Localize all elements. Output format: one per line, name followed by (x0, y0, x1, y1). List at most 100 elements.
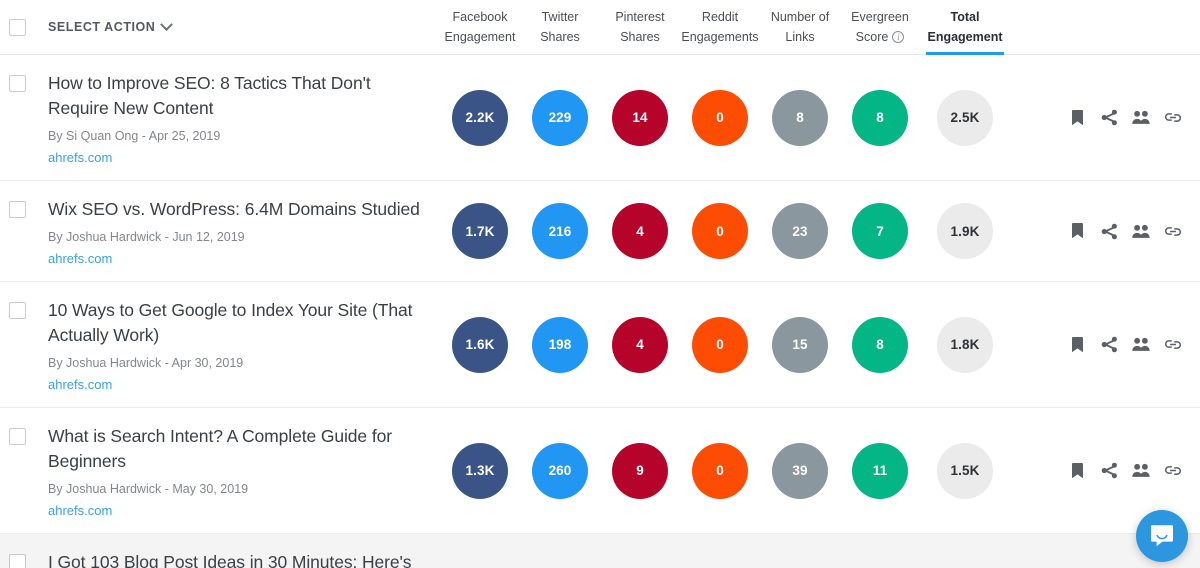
metric-bubble-evergreen: 8 (852, 316, 908, 373)
row-action-icons (1060, 282, 1200, 407)
column-header-line1: Facebook (452, 10, 508, 24)
table-row[interactable]: 10 Ways to Get Google to Index Your Site… (0, 282, 1200, 408)
table-row[interactable]: I Got 103 Blog Post Ideas in 30 Minutes:… (0, 534, 1200, 568)
row-text: How to Improve SEO: 8 Tactics That Don't… (48, 71, 440, 166)
article-domain-link[interactable]: ahrefs.com (48, 251, 420, 267)
metric-bubble-reddit: 0 (692, 203, 748, 259)
metric-cell-reddit: 0 (680, 203, 760, 259)
column-header-line1: Reddit (701, 10, 739, 24)
metric-cell-total: 1.8K (920, 316, 1010, 373)
row-checkbox[interactable] (9, 75, 26, 92)
row-metrics: 1.6K 198 4 0 15 8 1.8K (440, 282, 1060, 407)
row-checkbox[interactable] (9, 302, 26, 319)
people-icon[interactable] (1132, 336, 1150, 354)
table-row[interactable]: What is Search Intent? A Complete Guide … (0, 408, 1200, 534)
people-icon[interactable] (1132, 222, 1150, 240)
row-checkbox[interactable] (9, 554, 26, 568)
column-header-links[interactable]: Number of Links (760, 0, 840, 54)
metric-cell-evergreen: 8 (840, 89, 920, 146)
column-headers: Facebook Engagement Twitter Shares Pinterest… (440, 0, 1060, 55)
bookmark-icon[interactable] (1068, 462, 1086, 480)
row-checkbox-wrap (9, 424, 26, 519)
article-domain-link[interactable]: ahrefs.com (48, 503, 420, 519)
info-icon[interactable]: i (892, 31, 905, 43)
row-metrics: 1.1K18690961.3K (440, 534, 1060, 568)
article-title[interactable]: How to Improve SEO: 8 Tactics That Don't… (48, 71, 420, 121)
link-icon[interactable] (1164, 336, 1182, 354)
row-text: What is Search Intent? A Complete Guide … (48, 424, 440, 519)
column-header-reddit[interactable]: Reddit Engagements (680, 0, 760, 54)
article-title[interactable]: Wix SEO vs. WordPress: 6.4M Domains Stud… (48, 197, 420, 222)
column-header-line2-wrap: Score i (856, 27, 905, 47)
metric-bubble-total: 1.9K (937, 203, 993, 259)
chat-launcher-button[interactable] (1136, 510, 1188, 562)
column-header-line1: Evergreen (851, 10, 909, 24)
share-icon[interactable] (1100, 462, 1118, 480)
metric-cell-twitter: 198 (520, 316, 600, 373)
select-all-checkbox[interactable] (9, 18, 26, 36)
column-header-facebook[interactable]: Facebook Engagement (440, 0, 520, 54)
share-icon[interactable] (1100, 336, 1118, 354)
article-domain-link[interactable]: ahrefs.com (48, 150, 420, 166)
share-icon[interactable] (1100, 109, 1118, 127)
metric-cell-total: 2.5K (920, 89, 1010, 146)
metric-bubble-facebook: 1.3K (452, 442, 508, 499)
share-icon[interactable] (1100, 222, 1118, 240)
row-action-icons (1060, 55, 1200, 180)
bookmark-icon[interactable] (1068, 109, 1086, 127)
row-metrics: 1.7K 216 4 0 23 7 1.9K (440, 181, 1060, 281)
metric-cell-twitter: 216 (520, 203, 600, 259)
metric-bubble-twitter: 260 (532, 442, 588, 499)
metric-cell-pinterest: 4 (600, 203, 680, 259)
metric-cell-evergreen: 11 (840, 442, 920, 499)
column-header-evergreen[interactable]: Evergreen Score i (840, 0, 920, 54)
metric-cell-twitter: 229 (520, 89, 600, 146)
link-icon[interactable] (1164, 222, 1182, 240)
select-action-dropdown[interactable]: SELECT ACTION (48, 17, 174, 34)
metric-cell-total: 1.5K (920, 442, 1010, 499)
article-byline: By Joshua Hardwick - May 30, 2019 (48, 482, 249, 496)
metric-cell-reddit: 0 (680, 89, 760, 146)
article-title[interactable]: 10 Ways to Get Google to Index Your Site… (48, 298, 420, 348)
metric-cell-links: 8 (760, 89, 840, 146)
metric-cell-links: 23 (760, 203, 840, 259)
column-header-twitter[interactable]: Twitter Shares (520, 0, 600, 54)
article-title[interactable]: I Got 103 Blog Post Ideas in 30 Minutes:… (48, 550, 420, 568)
table-row[interactable]: How to Improve SEO: 8 Tactics That Don't… (0, 55, 1200, 181)
row-metrics: 2.2K 229 14 0 8 8 2.5K (440, 55, 1060, 180)
column-header-line2: Engagements (681, 30, 759, 44)
article-byline: By Joshua Hardwick - Apr 30, 2019 (48, 356, 244, 370)
metric-bubble-links: 39 (772, 442, 828, 499)
column-header-total[interactable]: Total Engagement (920, 0, 1010, 55)
table-row[interactable]: Wix SEO vs. WordPress: 6.4M Domains Stud… (0, 181, 1200, 282)
row-text: 10 Ways to Get Google to Index Your Site… (48, 298, 440, 393)
article-domain-link[interactable]: ahrefs.com (48, 377, 420, 393)
column-header-line2-wrap: Engagement (927, 27, 1002, 47)
metric-bubble-facebook: 1.6K (452, 316, 508, 373)
column-header-line2-wrap: Shares (620, 27, 660, 47)
metric-cell-reddit: 0 (680, 442, 760, 499)
metric-bubble-reddit: 0 (692, 89, 748, 146)
column-header-line2: Shares (540, 30, 580, 44)
content-explorer-table: SELECT ACTION Facebook Engagement Twitter S… (0, 0, 1200, 568)
row-text: Wix SEO vs. WordPress: 6.4M Domains Stud… (48, 197, 440, 267)
bookmark-icon[interactable] (1068, 222, 1086, 240)
metric-cell-reddit: 0 (680, 316, 760, 373)
metric-cell-twitter: 260 (520, 442, 600, 499)
link-icon[interactable] (1164, 462, 1182, 480)
metric-bubble-links: 15 (772, 316, 828, 373)
column-header-line2-wrap: Links (785, 27, 814, 47)
metric-bubble-facebook: 1.7K (452, 203, 508, 259)
people-icon[interactable] (1132, 462, 1150, 480)
metric-bubble-facebook: 2.2K (452, 89, 508, 146)
people-icon[interactable] (1132, 109, 1150, 127)
link-icon[interactable] (1164, 109, 1182, 127)
metric-cell-facebook: 1.6K (440, 316, 520, 373)
select-action-label: SELECT ACTION (48, 20, 156, 34)
row-checkbox[interactable] (9, 201, 26, 218)
column-header-line1: Total (950, 10, 980, 24)
bookmark-icon[interactable] (1068, 336, 1086, 354)
row-checkbox[interactable] (9, 428, 26, 445)
column-header-pinterest[interactable]: Pinterest Shares (600, 0, 680, 54)
article-title[interactable]: What is Search Intent? A Complete Guide … (48, 424, 420, 474)
